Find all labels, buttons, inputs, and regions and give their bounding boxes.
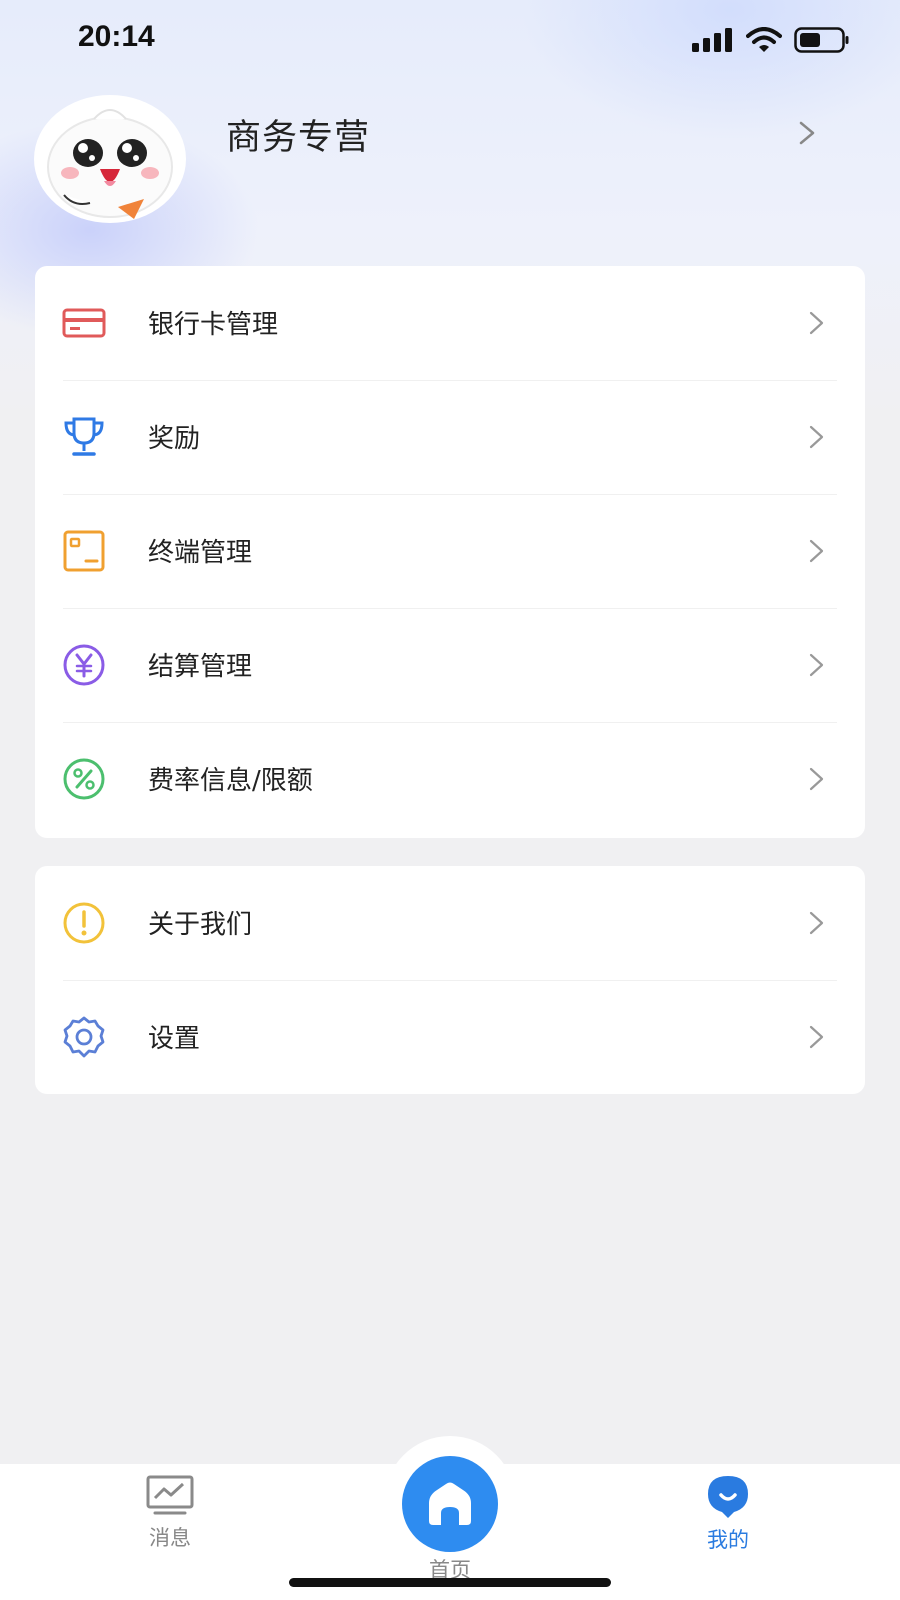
percent-icon (63, 758, 105, 800)
signal-icon (692, 28, 732, 52)
chevron-right-icon (809, 767, 824, 791)
profile-name: 商务专营 (226, 118, 371, 158)
menu-item-settlement[interactable]: 结算管理 (35, 608, 865, 722)
battery-icon (794, 27, 849, 53)
chevron-right-icon (809, 1025, 824, 1049)
terminal-icon (63, 530, 105, 572)
menu-item-label: 奖励 (148, 424, 201, 454)
chevron-right-icon (809, 425, 824, 449)
tab-home[interactable]: 首页 (400, 1456, 500, 1584)
bank-card-icon (62, 308, 106, 338)
status-icons (692, 24, 850, 56)
menu-item-label: 结算管理 (148, 652, 253, 682)
tab-label: 我的 (707, 1528, 749, 1552)
menu-card-secondary: 关于我们 设置 (35, 866, 865, 1094)
yen-icon (63, 644, 105, 686)
menu-item-about[interactable]: 关于我们 (35, 866, 865, 980)
menu-item-label: 关于我们 (148, 910, 253, 940)
tab-mine[interactable]: 我的 (688, 1474, 768, 1554)
menu-item-rates[interactable]: 费率信息/限额 (35, 722, 865, 836)
trophy-icon (64, 417, 104, 456)
chevron-right-icon (799, 121, 815, 145)
status-time: 20:14 (78, 20, 155, 53)
home-icon (429, 1482, 471, 1525)
menu-item-label: 费率信息/限额 (148, 766, 313, 796)
profile-header[interactable]: 商务专营 (0, 95, 900, 225)
chart-monitor-icon (146, 1475, 194, 1515)
menu-card-primary: 银行卡管理 奖励 终端管理 结算管理 费率信息/限额 (35, 266, 865, 838)
chevron-right-icon (809, 911, 824, 935)
menu-item-label: 银行卡管理 (148, 310, 279, 340)
chevron-right-icon (809, 653, 824, 677)
menu-item-settings[interactable]: 设置 (35, 980, 865, 1094)
wifi-icon (746, 27, 782, 52)
status-bar: 20:14 (0, 0, 900, 80)
user-face-icon (708, 1476, 748, 1518)
info-icon (63, 902, 105, 944)
tab-messages[interactable]: 消息 (130, 1474, 210, 1552)
menu-item-bank-card[interactable]: 银行卡管理 (35, 266, 865, 380)
chevron-right-icon (809, 539, 824, 563)
menu-item-rewards[interactable]: 奖励 (35, 380, 865, 494)
menu-item-label: 设置 (148, 1024, 201, 1054)
tab-label: 消息 (149, 1526, 191, 1550)
gear-icon (63, 1016, 105, 1058)
menu-item-label: 终端管理 (148, 538, 253, 568)
avatar[interactable] (34, 95, 186, 223)
home-indicator (289, 1578, 611, 1587)
home-button[interactable] (402, 1456, 498, 1552)
menu-item-terminal[interactable]: 终端管理 (35, 494, 865, 608)
chevron-right-icon (809, 311, 824, 335)
